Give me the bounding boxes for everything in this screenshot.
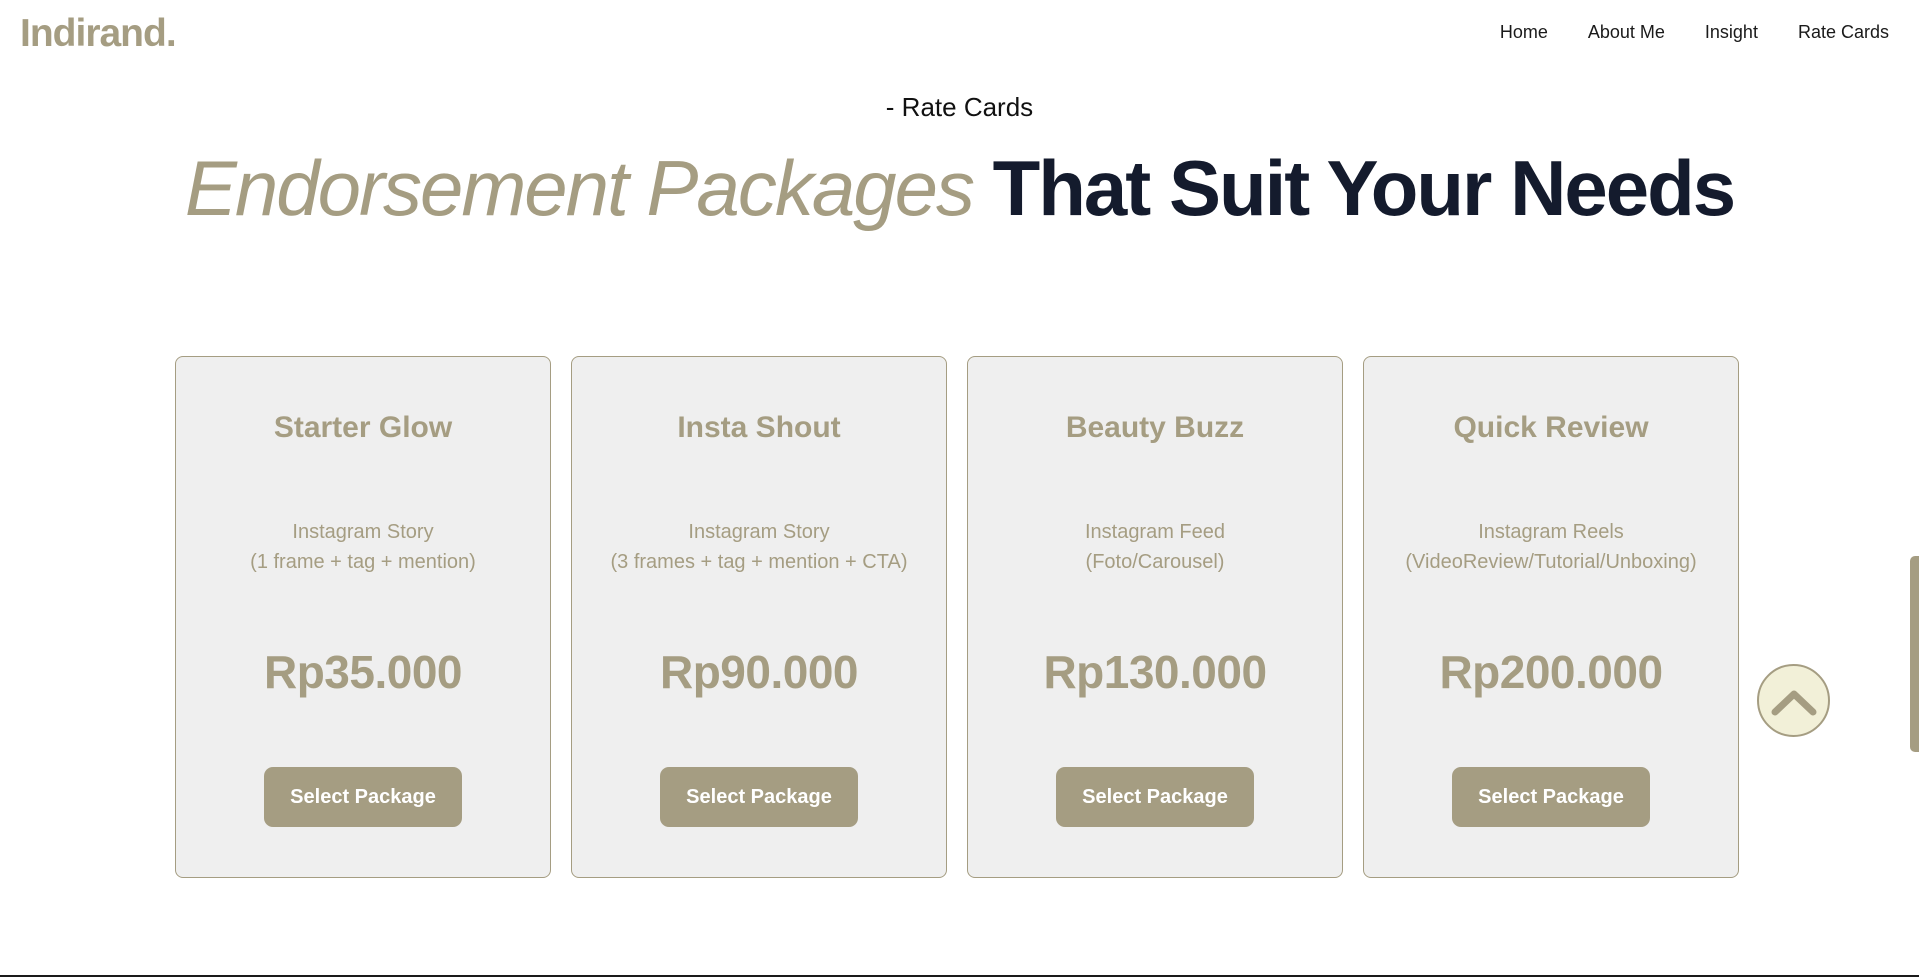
brand-logo[interactable]: Indirand.: [20, 12, 177, 56]
package-title: Quick Review: [1453, 411, 1649, 444]
package-price: Rp200.000: [1439, 646, 1663, 698]
package-cards: Starter Glow Instagram Story (1 frame + …: [175, 356, 1739, 878]
package-price: Rp35.000: [263, 646, 463, 698]
select-package-button[interactable]: Select Package: [660, 767, 858, 827]
nav-item-about-me[interactable]: About Me: [1588, 22, 1665, 43]
package-card-quick-review: Quick Review Instagram Reels (VideoRevie…: [1363, 356, 1739, 878]
package-card-insta-shout: Insta Shout Instagram Story (3 frames + …: [571, 356, 947, 878]
package-description: Instagram Story (1 frame + tag + mention…: [176, 517, 550, 577]
package-price: Rp130.000: [1043, 646, 1267, 698]
package-platform: Instagram Feed: [1084, 521, 1226, 543]
package-title: Insta Shout: [677, 411, 841, 444]
navbar: Indirand. Home About Me Insight Rate Car…: [0, 0, 1919, 70]
chevron-up-icon: [1771, 690, 1816, 715]
package-details: (1 frame + tag + mention): [250, 551, 476, 573]
package-platform: Instagram Story: [292, 521, 434, 543]
select-package-button[interactable]: Select Package: [264, 767, 462, 827]
package-title: Beauty Buzz: [1065, 411, 1245, 444]
package-description: Instagram Reels (VideoReview/Tutorial/Un…: [1364, 517, 1738, 577]
package-platform: Instagram Story: [688, 521, 830, 543]
heading-accent: Endorsement Packages: [184, 144, 975, 232]
scrollbar-thumb[interactable]: [1910, 556, 1919, 752]
main-nav: Home About Me Insight Rate Cards: [1500, 22, 1889, 43]
nav-item-rate-cards[interactable]: Rate Cards: [1798, 22, 1889, 43]
package-details: (3 frames + tag + mention + CTA): [610, 551, 908, 573]
package-title: Starter Glow: [273, 411, 453, 444]
section-heading: Endorsement Packages That Suit Your Need…: [0, 140, 1919, 236]
nav-item-home[interactable]: Home: [1500, 22, 1548, 43]
package-platform: Instagram Reels: [1478, 521, 1624, 543]
package-card-beauty-buzz: Beauty Buzz Instagram Feed (Foto/Carouse…: [967, 356, 1343, 878]
select-package-button[interactable]: Select Package: [1056, 767, 1254, 827]
package-card-starter-glow: Starter Glow Instagram Story (1 frame + …: [175, 356, 551, 878]
select-package-button[interactable]: Select Package: [1452, 767, 1650, 827]
section-eyebrow: - Rate Cards: [885, 92, 1034, 122]
package-details: (Foto/Carousel): [1085, 551, 1225, 573]
package-details: (VideoReview/Tutorial/Unboxing): [1405, 551, 1697, 573]
back-to-top-button[interactable]: [1757, 664, 1830, 737]
nav-item-insight[interactable]: Insight: [1705, 22, 1758, 43]
package-price: Rp90.000: [659, 646, 859, 698]
package-description: Instagram Feed (Foto/Carousel): [968, 517, 1342, 577]
heading-main: That Suit Your Needs: [992, 144, 1737, 232]
package-description: Instagram Story (3 frames + tag + mentio…: [572, 517, 946, 577]
